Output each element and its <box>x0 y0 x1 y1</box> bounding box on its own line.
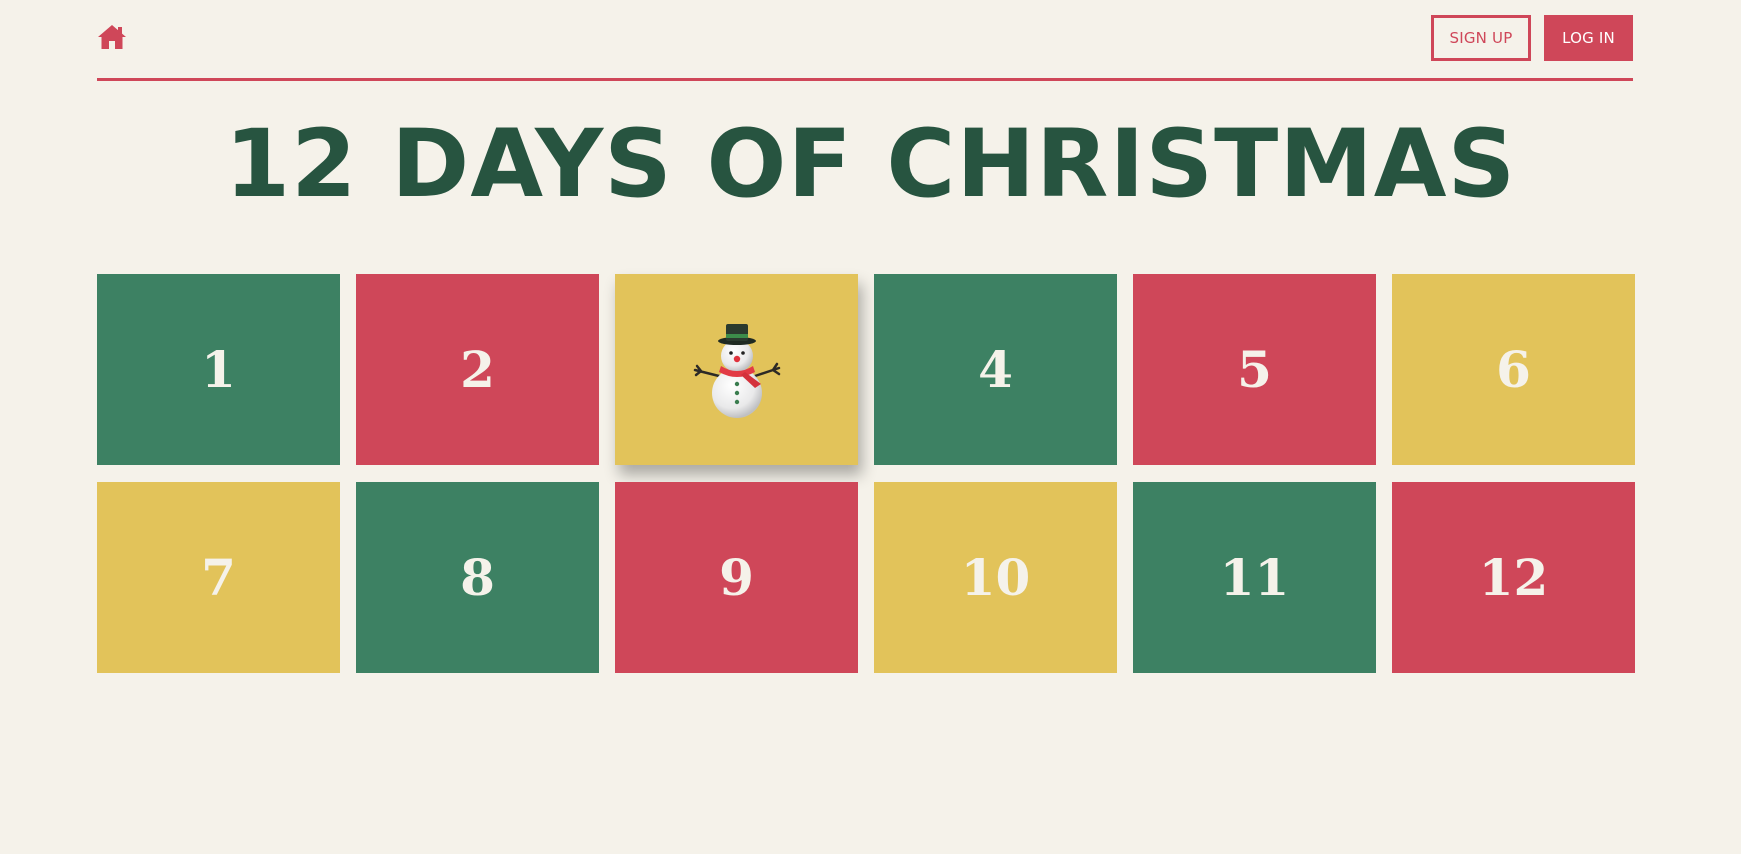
door-2[interactable]: 2 <box>356 274 599 465</box>
door-7[interactable]: 7 <box>97 482 340 673</box>
log-in-button[interactable]: LOG IN <box>1544 15 1633 61</box>
header: SIGN UP LOG IN <box>97 15 1633 61</box>
door-6[interactable]: 6 <box>1392 274 1635 465</box>
door-4[interactable]: 4 <box>874 274 1117 465</box>
auth-buttons: SIGN UP LOG IN <box>1431 15 1633 61</box>
door-9[interactable]: 9 <box>615 482 858 673</box>
sign-up-button[interactable]: SIGN UP <box>1431 15 1531 61</box>
home-icon[interactable] <box>97 23 127 51</box>
advent-grid: 1 2 4 5 6 7 8 9 10 11 12 <box>97 274 1635 673</box>
door-8[interactable]: 8 <box>356 482 599 673</box>
door-12[interactable]: 12 <box>1392 482 1635 673</box>
door-1[interactable]: 1 <box>97 274 340 465</box>
door-5[interactable]: 5 <box>1133 274 1376 465</box>
page-title: 12 DAYS OF CHRISTMAS <box>224 110 1517 219</box>
door-10[interactable]: 10 <box>874 482 1117 673</box>
door-3[interactable] <box>615 274 858 465</box>
page: SIGN UP LOG IN 12 DAYS OF CHRISTMAS 1 2 <box>0 0 1741 854</box>
header-divider <box>97 78 1633 81</box>
door-11[interactable]: 11 <box>1133 482 1376 673</box>
snowman-icon <box>693 323 780 418</box>
